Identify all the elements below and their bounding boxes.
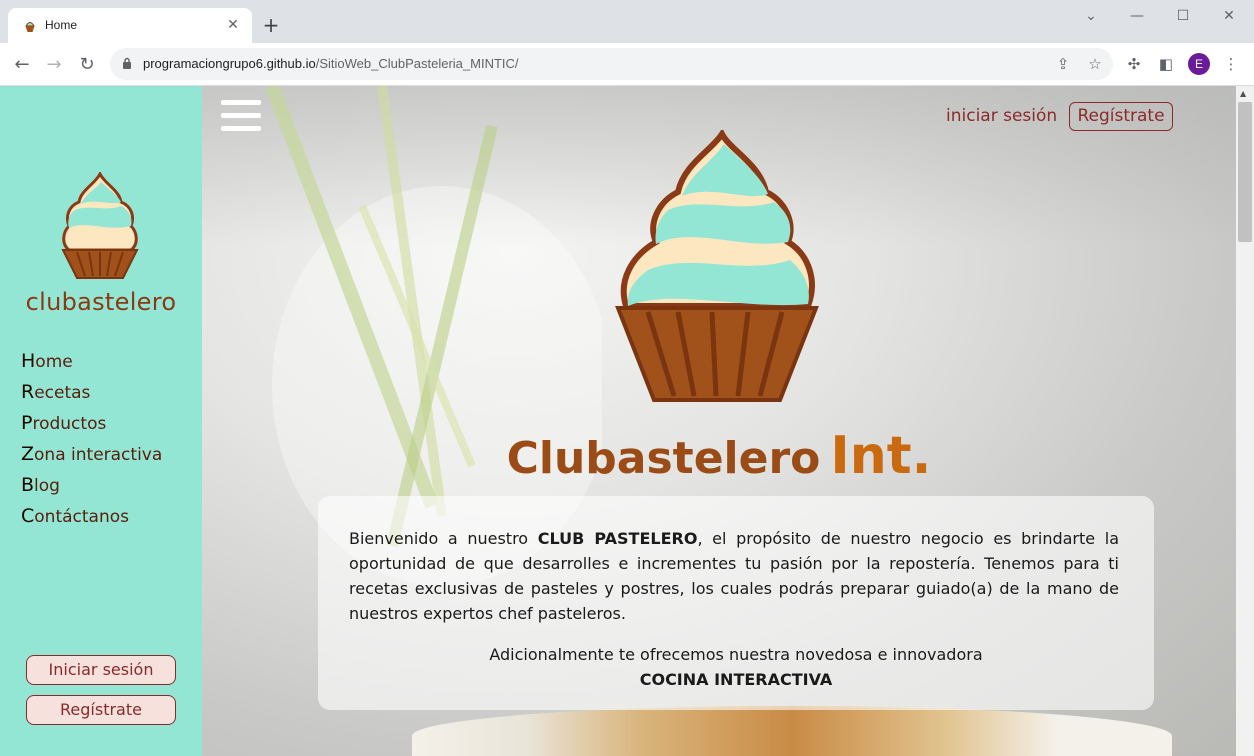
tab-home[interactable]: Home ✕ [8,8,252,43]
welcome-panel: Bienvenido a nuestro CLUB PASTELERO, el … [318,496,1154,710]
cupcake-logo-icon [61,172,139,279]
menu-initial: B [21,474,35,496]
sidebar-item-productos[interactable]: Productos [21,412,162,443]
menu-label: ecetas [34,383,91,403]
scroll-up-icon[interactable]: ▲ [1240,89,1246,98]
sidebar-brand: clubastelero [25,288,177,316]
welcome-paragraph: Bienvenido a nuestro CLUB PASTELERO, el … [349,526,1119,626]
extensions-icon[interactable]: ✣ [1123,53,1145,75]
browser-window: Home ✕ + ⌄ — ☐ ✕ ← → ↻ programaciongrupo… [0,0,1254,756]
web-page: clubastelero Home Recetas Productos Zona… [0,86,1254,756]
profile-avatar[interactable]: E [1188,53,1210,75]
forward-icon[interactable]: → [42,53,66,77]
sidebar-menu: Home Recetas Productos Zona interactiva … [21,350,162,536]
reload-icon[interactable]: ↻ [75,53,99,77]
hero-title-main: Clubastelero [506,433,821,484]
sidebar-item-zona-interactiva[interactable]: Zona interactiva [21,443,162,474]
scrollbar-thumb[interactable] [1238,102,1252,242]
maximize-icon[interactable]: ☐ [1160,6,1206,26]
extra-bold: COCINA INTERACTIVA [639,670,833,689]
hero-section: iniciar sesión Regístrate Clubastelero In… [202,86,1236,756]
intro-text: Bienvenido a nuestro [349,529,538,548]
url-host: programaciongrupo6.github.io [143,56,316,71]
cake-plate-background [412,706,1172,756]
menu-kebab-icon[interactable]: ⋮ [1220,53,1242,75]
hero-title-suffix: Int. [830,426,932,486]
menu-label: ome [35,352,73,372]
menu-initial: C [21,505,35,527]
cupcake-hero-logo-icon [615,130,819,402]
browser-toolbar: ← → ↻ programaciongrupo6.github.io/Sitio… [0,43,1254,86]
sidebar: clubastelero Home Recetas Productos Zona… [0,86,202,756]
menu-initial: P [21,412,33,434]
menu-label: ontáctanos [34,507,130,527]
cupcake-favicon-icon [25,22,35,32]
menu-label: log [34,476,60,496]
header-login-link[interactable]: iniciar sesión [946,106,1057,126]
tab-close-icon[interactable]: ✕ [224,16,242,34]
sidebar-register-button[interactable]: Regístrate [26,695,176,725]
url-path: /SitioWeb_ClubPasteleria_MINTIC/ [315,56,519,71]
lock-icon [123,57,131,69]
tab-strip: Home ✕ + ⌄ — ☐ ✕ [0,0,1254,43]
hero-title: Clubastelero Int. [202,426,1236,486]
menu-label: roductos [32,414,107,434]
side-panel-icon[interactable]: ◧ [1155,53,1177,75]
menu-initial: R [21,381,35,403]
page-scrollbar[interactable]: ▲ [1236,86,1254,756]
minimize-icon[interactable]: — [1114,6,1160,26]
sidebar-item-home[interactable]: Home [21,350,162,381]
hamburger-menu-icon[interactable] [221,100,261,132]
sidebar-item-blog[interactable]: Blog [21,474,162,505]
url-text: programaciongrupo6.github.io/SitioWeb_Cl… [143,56,519,71]
intro-bold: CLUB PASTELERO [537,529,698,548]
interactive-kitchen-paragraph: Adicionalmente te ofrecemos nuestra nove… [318,642,1154,692]
extra-line: Adicionalmente te ofrecemos nuestra nove… [489,645,983,664]
sidebar-item-recetas[interactable]: Recetas [21,381,162,412]
back-icon[interactable]: ← [10,53,34,77]
address-bar[interactable]: programaciongrupo6.github.io/SitioWeb_Cl… [110,48,1113,80]
menu-label: ona interactiva [34,445,163,465]
menu-initial: H [21,350,36,372]
window-close-icon[interactable]: ✕ [1206,6,1252,26]
tab-search-icon[interactable]: ⌄ [1068,6,1114,26]
sidebar-item-contactanos[interactable]: Contáctanos [21,505,162,536]
header-register-button[interactable]: Regístrate [1069,102,1173,131]
bookmark-star-icon[interactable]: ☆ [1084,53,1106,75]
menu-initial: Z [21,443,35,465]
tab-title: Home [45,18,78,32]
share-icon[interactable]: ⇪ [1052,53,1074,75]
new-tab-button[interactable]: + [260,14,282,36]
sidebar-login-button[interactable]: Iniciar sesión [26,655,176,685]
